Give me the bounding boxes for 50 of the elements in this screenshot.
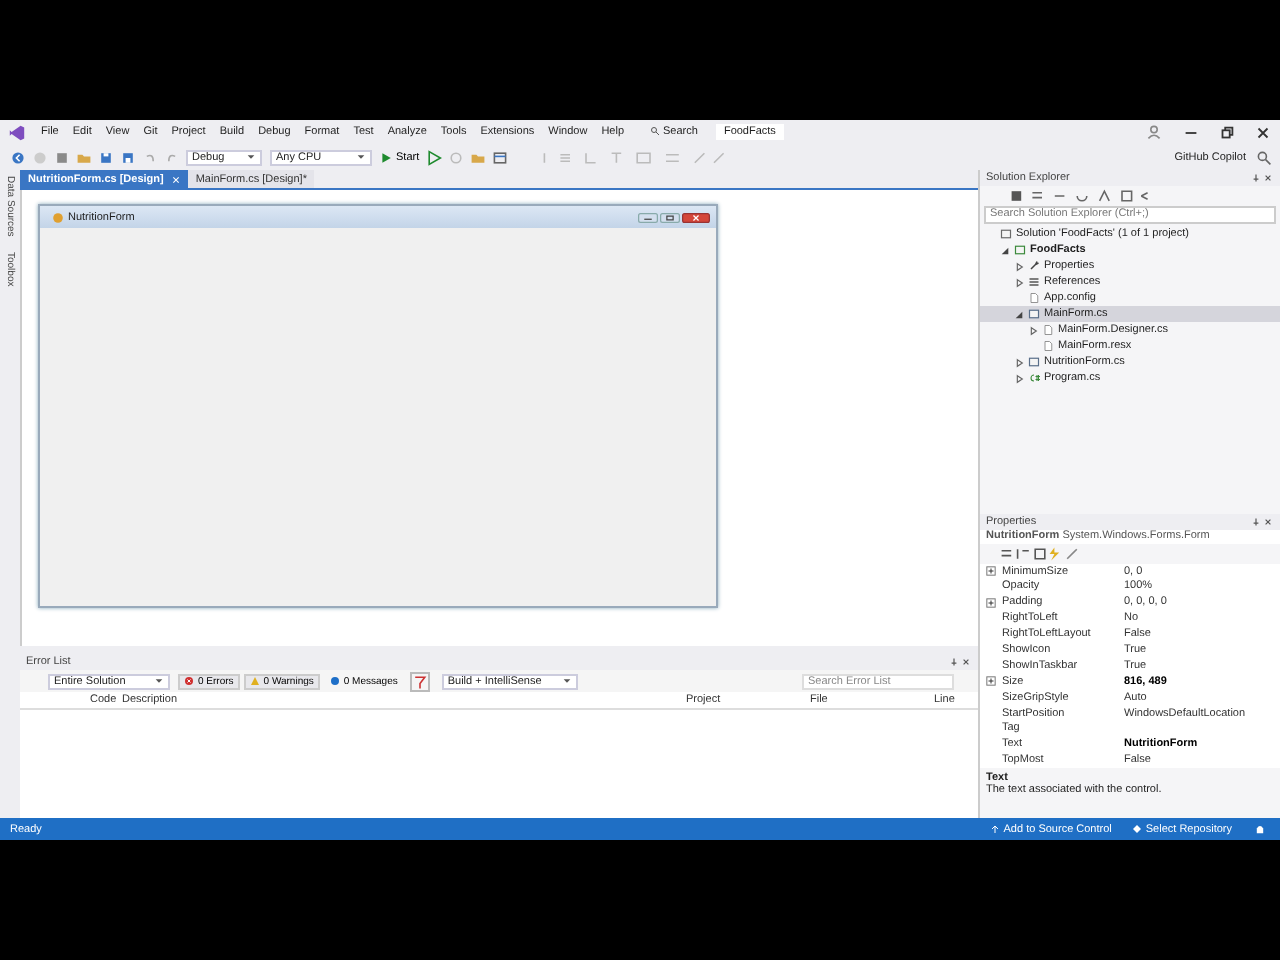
collapse-icon[interactable] [1014,309,1024,319]
up-arrow-icon [989,823,1000,834]
solution-icon [1000,228,1012,240]
save-icon[interactable] [97,149,113,165]
expand-icon[interactable] [986,597,996,608]
info-icon [329,676,340,686]
caret-icon [154,676,164,686]
form-file-icon [1028,356,1040,368]
visual-studio-logo-icon [8,123,26,141]
back-icon[interactable] [9,149,25,165]
close-icon[interactable] [960,656,972,668]
new-item-icon[interactable] [53,149,69,165]
caret-icon [246,152,256,162]
play-icon [380,151,392,163]
layout-icon[interactable] [492,149,509,165]
pin-icon[interactable] [948,656,960,668]
pin-icon[interactable] [1250,172,1262,184]
search-icon [649,126,660,137]
expand-icon[interactable] [1014,373,1024,383]
expand-icon[interactable] [1028,325,1038,335]
expand-icon[interactable] [1014,277,1024,287]
csharp-file-icon [1028,372,1040,384]
close-icon[interactable] [1262,172,1274,184]
expand-icon[interactable] [1014,357,1024,367]
warning-icon [249,676,260,686]
diamond-icon [1131,823,1142,834]
form-file-icon [1028,308,1040,320]
feedback-icon[interactable] [1255,149,1271,165]
expand-icon[interactable] [1014,261,1024,271]
maximize-icon [660,211,680,223]
close-icon[interactable] [1262,515,1274,528]
save-all-icon[interactable] [119,149,135,165]
caret-icon [561,676,572,686]
caret-icon [356,152,366,162]
restore-icon[interactable] [1218,123,1236,141]
pin-icon[interactable] [1250,515,1262,528]
collapse-icon[interactable] [1000,245,1010,255]
run-without-debugging-icon[interactable] [426,149,443,165]
project-icon [1014,244,1026,256]
close-icon[interactable] [1254,123,1272,141]
minimize-icon [638,211,658,223]
account-icon[interactable] [1145,124,1161,140]
filter-icon[interactable] [410,671,431,691]
expand-icon[interactable] [986,676,996,687]
references-icon [1028,276,1040,288]
form-icon [49,209,65,225]
expand-icon[interactable] [986,566,996,577]
error-icon [184,676,194,686]
close-icon [682,211,710,223]
wrench-icon [1028,260,1040,272]
